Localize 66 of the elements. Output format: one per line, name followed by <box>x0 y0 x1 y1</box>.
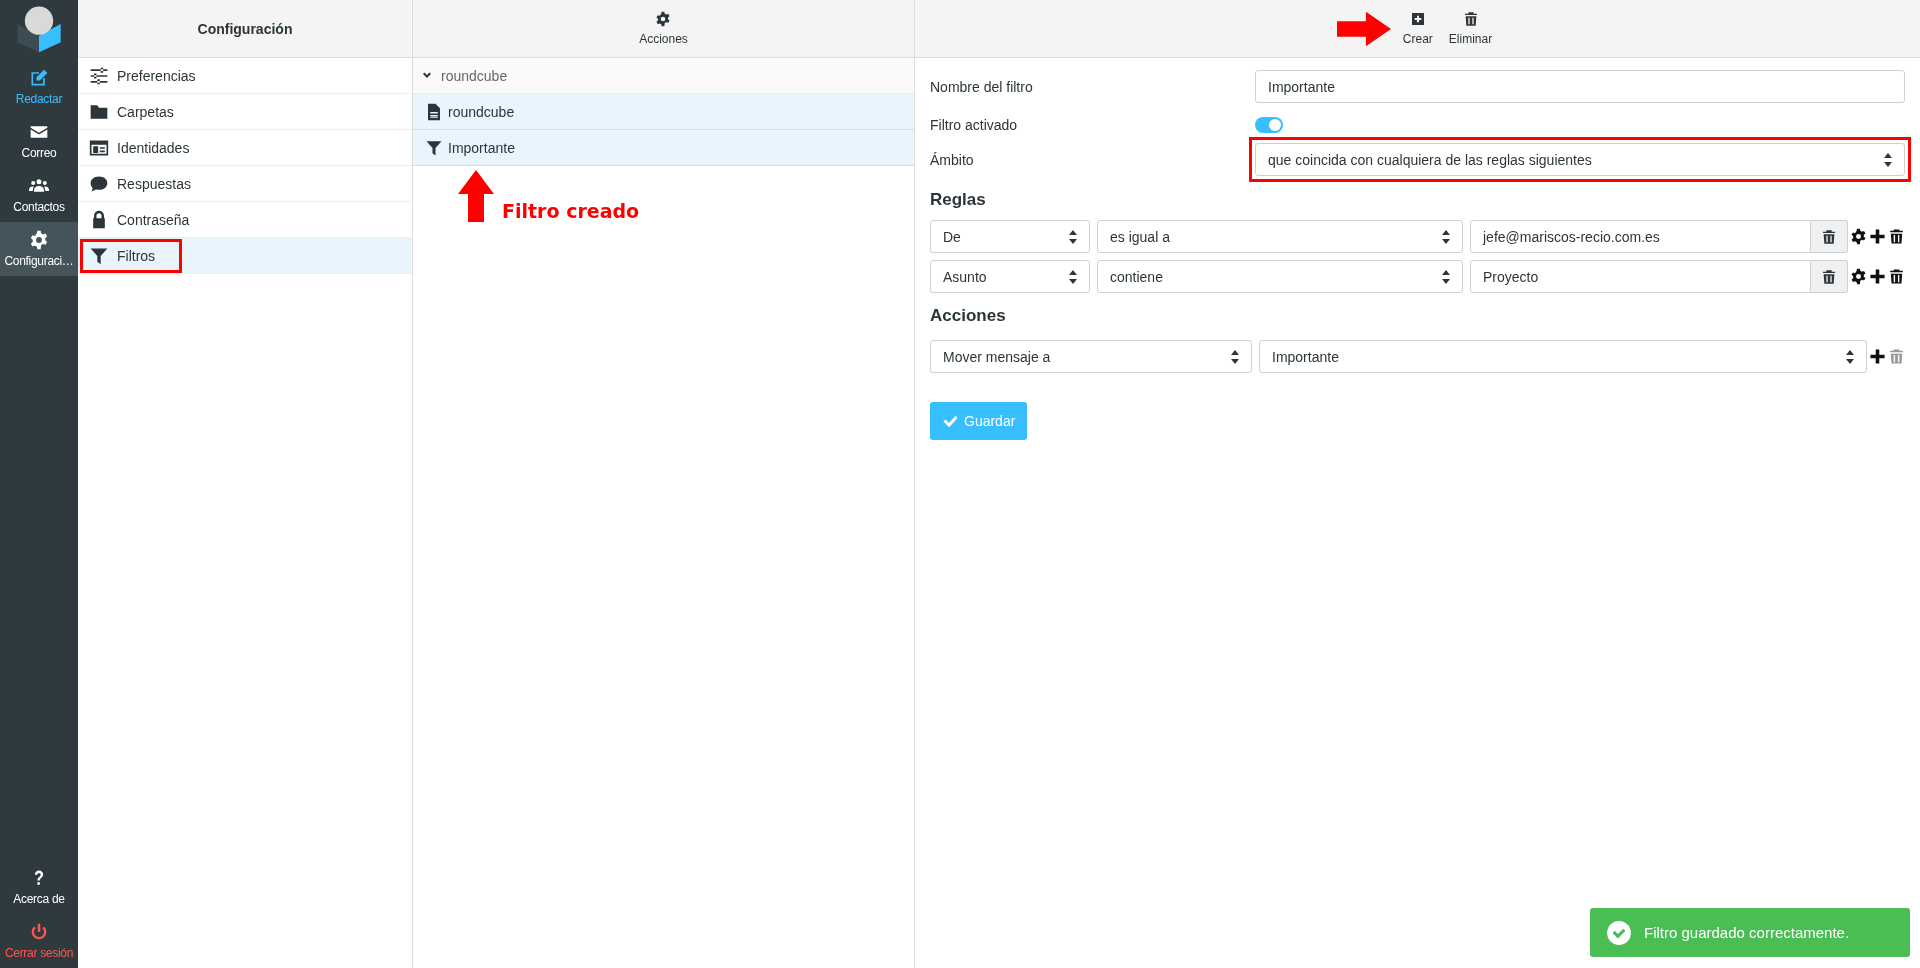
header-select[interactable]: De <box>930 220 1090 253</box>
sort-caret-icon <box>1846 349 1854 364</box>
check-circle-icon <box>1606 919 1632 946</box>
action-type-select[interactable]: Mover mensaje a <box>930 340 1252 373</box>
nav-item[interactable]: Cerrar sesión <box>0 914 78 968</box>
create-button[interactable]: Crear <box>1396 7 1439 50</box>
trash-icon <box>1821 268 1837 285</box>
nav-item[interactable]: Acerca de <box>0 860 78 914</box>
settings-item[interactable]: Filtros <box>78 238 412 274</box>
delete-button[interactable]: Eliminar <box>1442 7 1499 50</box>
gear-icon <box>1850 228 1867 245</box>
nav-item[interactable]: Redactar <box>0 60 78 114</box>
trash-icon <box>1888 228 1905 245</box>
filter-set-group[interactable]: roundcube <box>413 58 914 94</box>
sliders-icon <box>89 65 109 86</box>
document-icon <box>425 102 443 121</box>
panel-title: Configuración <box>197 20 293 37</box>
settings-item[interactable]: Identidades <box>78 130 412 166</box>
header-select[interactable]: Asunto <box>930 260 1090 293</box>
clear-button[interactable] <box>1811 220 1848 253</box>
folder-select[interactable]: Importante <box>1259 340 1867 373</box>
trash-icon <box>1888 348 1905 365</box>
sort-caret-icon <box>1442 269 1450 284</box>
sort-caret-icon <box>1069 229 1077 244</box>
compose-icon <box>29 68 49 88</box>
plus-icon <box>1869 348 1886 365</box>
field-label: Ámbito <box>930 151 975 168</box>
settings-item[interactable]: Preferencias <box>78 58 412 94</box>
trash-icon <box>1821 228 1837 245</box>
scope-select[interactable]: que coincida con cualquiera de las reglas siguientes <box>1255 143 1905 176</box>
settings-item[interactable]: Carpetas <box>78 94 412 130</box>
funnel-icon <box>425 138 443 157</box>
toggle-switch[interactable] <box>1255 117 1283 133</box>
power-icon <box>29 922 49 942</box>
section-heading: Acciones <box>930 306 1007 326</box>
settings-item[interactable]: Respuestas <box>78 166 412 202</box>
sort-caret-icon <box>1231 349 1239 364</box>
clear-button[interactable] <box>1811 260 1848 293</box>
up-arrow <box>458 170 494 222</box>
right-arrow <box>1336 10 1391 47</box>
sort-caret-icon <box>1884 152 1892 167</box>
field-label: Nombre del filtro <box>930 78 1034 95</box>
plus-icon <box>1869 228 1886 245</box>
nav-item[interactable]: Configuraci… <box>0 222 78 276</box>
operator-select[interactable]: es igual a <box>1097 220 1463 253</box>
operator-select[interactable]: contiene <box>1097 260 1463 293</box>
sort-caret-icon <box>1442 229 1450 244</box>
gear-icon <box>655 11 672 27</box>
section-heading: Reglas <box>930 190 987 210</box>
rule-value-field[interactable]: jefe@mariscos-recio.com.es <box>1470 220 1811 253</box>
nav-item[interactable]: Contactos <box>0 168 78 222</box>
gear-icon <box>1850 268 1867 285</box>
trash-icon <box>1888 268 1905 285</box>
field-label: Filtro activado <box>930 117 1019 133</box>
annotation-text: Filtro creado <box>502 200 640 222</box>
filter-name-field[interactable]: Importante <box>1255 70 1905 103</box>
nav-item[interactable]: Correo <box>0 114 78 168</box>
sort-caret-icon <box>1069 269 1077 284</box>
trash-icon <box>1462 11 1479 27</box>
actions-button[interactable]: Acciones <box>633 7 694 50</box>
rule-value-field[interactable]: Proyecto <box>1470 260 1811 293</box>
filter-list-item[interactable]: roundcube <box>413 94 914 130</box>
success-toast: Filtro guardado correctamente. <box>1590 908 1910 957</box>
filter-list-item[interactable]: Importante <box>413 130 914 166</box>
plus-icon <box>1869 268 1886 285</box>
settings-icon <box>29 230 49 250</box>
